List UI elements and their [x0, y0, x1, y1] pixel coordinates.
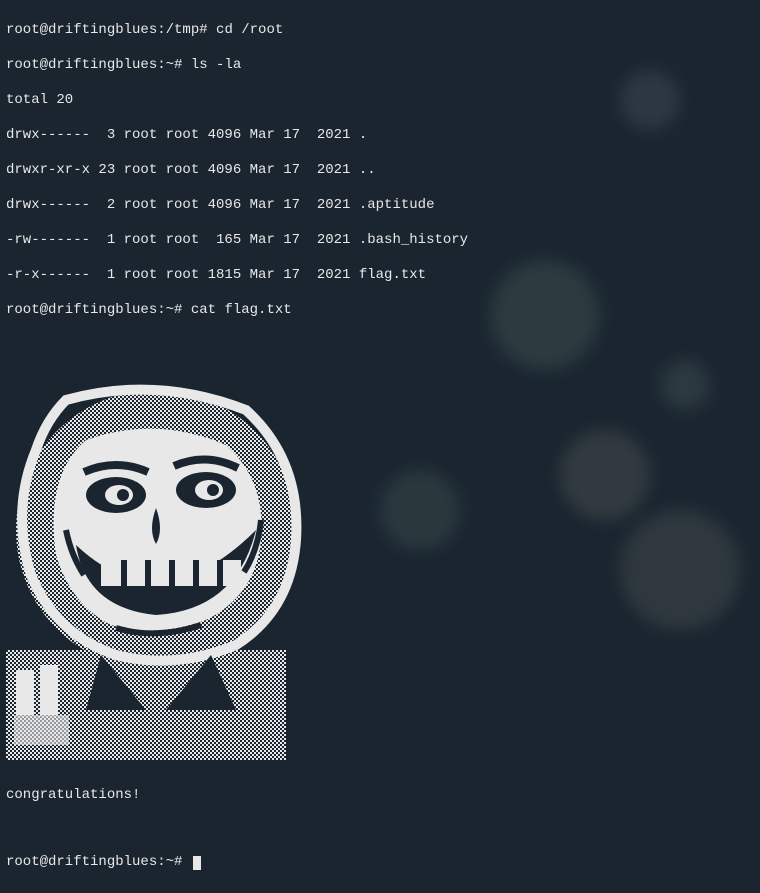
cmd-line-cat: root@driftingblues:~# cat flag.txt	[6, 302, 754, 320]
terminal-output[interactable]: root@driftingblues:/tmp# cd /root root@d…	[0, 0, 760, 893]
ls-total: total 20	[6, 92, 754, 110]
command-text: ls -la	[191, 57, 241, 73]
ls-row: drwx------ 2 root root 4096 Mar 17 2021 …	[6, 197, 754, 215]
ls-row: -rw------- 1 root root 165 Mar 17 2021 .…	[6, 232, 754, 250]
prompt: root@driftingblues:~#	[6, 302, 191, 318]
final-prompt-line: root@driftingblues:~#	[6, 854, 754, 872]
ls-row: drwxr-xr-x 23 root root 4096 Mar 17 2021…	[6, 162, 754, 180]
cmd-line-cd: root@driftingblues:/tmp# cd /root	[6, 22, 754, 40]
prompt: root@driftingblues:~#	[6, 854, 191, 870]
command-text: cd /root	[216, 22, 283, 38]
command-text: cat flag.txt	[191, 302, 292, 318]
ls-row: -r-x------ 1 root root 1815 Mar 17 2021 …	[6, 267, 754, 285]
ls-row: drwx------ 3 root root 4096 Mar 17 2021 …	[6, 127, 754, 145]
trollface-ascii-art	[6, 362, 311, 742]
prompt: root@driftingblues:~#	[6, 57, 191, 73]
congrats-message: congratulations!	[6, 787, 754, 805]
cursor-icon	[193, 856, 201, 870]
prompt: root@driftingblues:/tmp#	[6, 22, 216, 38]
cmd-line-ls: root@driftingblues:~# ls -la	[6, 57, 754, 75]
